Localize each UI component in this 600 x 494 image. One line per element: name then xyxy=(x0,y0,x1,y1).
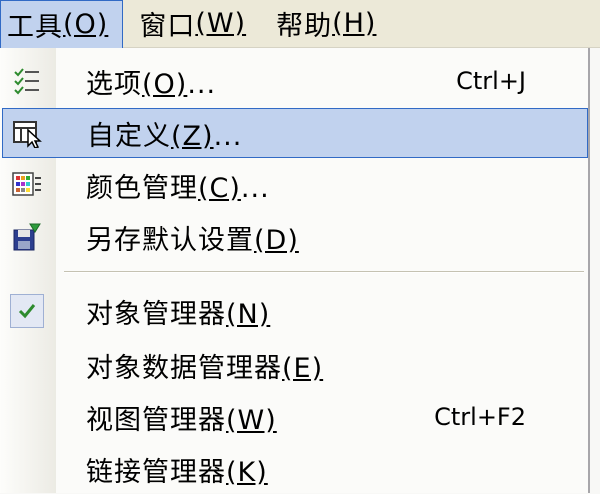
menu-item-options-label: 选项(O)... xyxy=(86,68,217,100)
menubar: 工具 (O) 窗口 (W) 帮助 (H) xyxy=(0,0,600,48)
save-default-icon xyxy=(10,220,44,254)
menu-item-link-manager[interactable]: 链接管理器(K) xyxy=(0,444,590,494)
menu-tools-label: 工具 xyxy=(7,11,63,43)
menu-tools[interactable]: 工具 (O) xyxy=(0,0,124,48)
menu-item-save-default-label: 另存默认设置(D) xyxy=(86,224,299,256)
menu-item-object-data-manager[interactable]: 对象数据管理器(E) xyxy=(0,340,590,390)
menu-separator xyxy=(64,271,584,273)
tools-dropdown-menu: 选项(O)... Ctrl+J 自定义(Z)... 颜色管理(C)... 另存默… xyxy=(0,48,590,493)
menu-item-object-manager[interactable]: 对象管理器(N) xyxy=(0,286,590,336)
menu-help[interactable]: 帮助 (H) xyxy=(260,0,390,48)
menu-help-label: 帮助 xyxy=(276,11,333,42)
menu-item-object-data-manager-label: 对象数据管理器(E) xyxy=(86,352,324,384)
menu-item-customize[interactable]: 自定义(Z)... xyxy=(2,108,588,158)
menu-item-view-manager[interactable]: 视图管理器(W) Ctrl+F2 xyxy=(0,392,590,442)
menu-window-accel: (W) xyxy=(195,8,247,39)
menu-item-options[interactable]: 选项(O)... Ctrl+J xyxy=(0,56,590,106)
menu-item-link-manager-label: 链接管理器(K) xyxy=(86,456,268,488)
menu-help-accel: (H) xyxy=(332,8,377,39)
menu-window-label: 窗口 xyxy=(139,11,196,42)
menu-item-save-default[interactable]: 另存默认设置(D) xyxy=(0,212,590,262)
color-palette-icon xyxy=(10,168,44,202)
menu-window[interactable]: 窗口 (W) xyxy=(123,0,260,48)
menu-item-object-manager-label: 对象管理器(N) xyxy=(86,298,271,330)
menu-item-options-shortcut: Ctrl+J xyxy=(456,67,526,95)
menu-item-color-management-label: 颜色管理(C)... xyxy=(86,172,270,204)
options-list-icon xyxy=(10,64,44,98)
customize-icon xyxy=(11,116,45,150)
checkmark-icon xyxy=(10,294,44,328)
menu-item-view-manager-label: 视图管理器(W) xyxy=(86,404,277,436)
menu-item-customize-label: 自定义(Z)... xyxy=(87,120,243,152)
menu-item-view-manager-shortcut: Ctrl+F2 xyxy=(434,403,526,431)
menu-tools-accel: (O) xyxy=(63,8,109,40)
menu-item-color-management[interactable]: 颜色管理(C)... xyxy=(0,160,590,210)
